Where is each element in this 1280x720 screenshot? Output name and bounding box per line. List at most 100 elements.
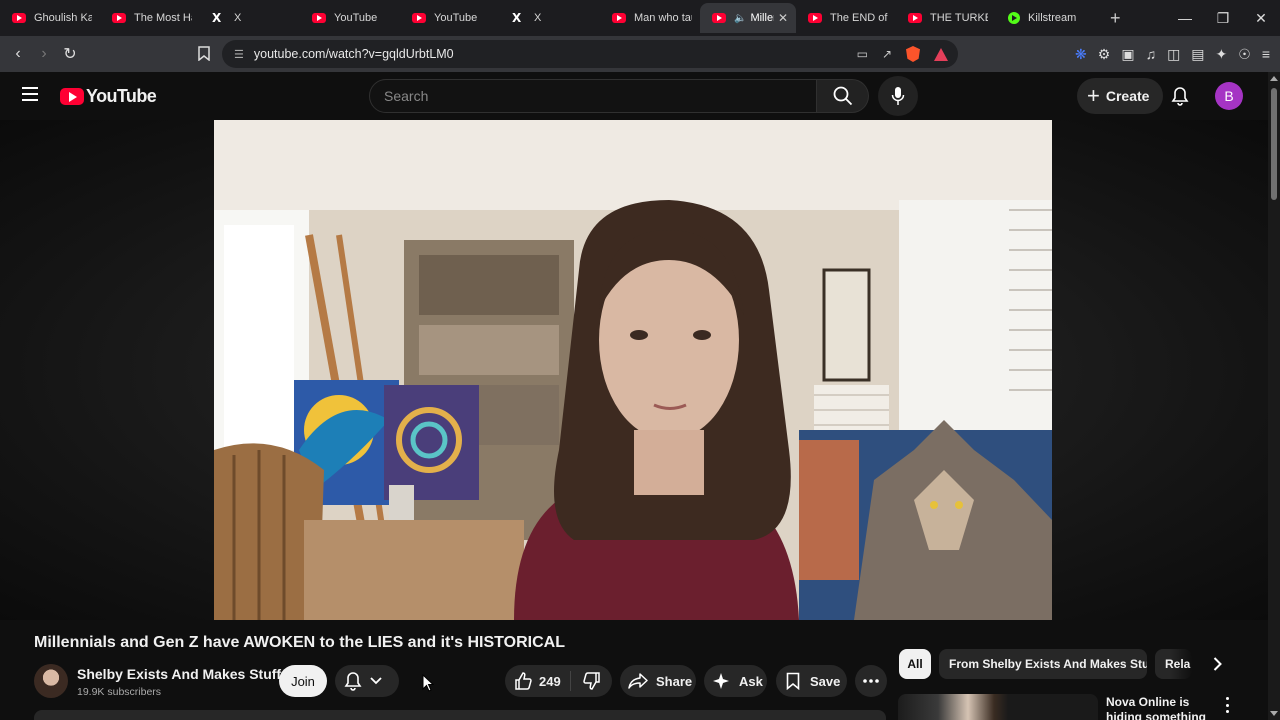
video-still: [214, 120, 1052, 620]
scroll-down-icon[interactable]: [1270, 711, 1278, 716]
wallet-icon[interactable]: ▤: [1191, 46, 1204, 63]
browser-tab-active[interactable]: 🔈Miller✕: [700, 3, 796, 33]
share-button[interactable]: Share: [620, 665, 696, 697]
browser-tab[interactable]: YouTube: [300, 3, 400, 33]
bell-icon: [1171, 87, 1189, 106]
search-box: [369, 79, 817, 113]
reload-icon[interactable]: ↻: [57, 44, 83, 64]
scrollbar-thumb[interactable]: [1271, 88, 1277, 200]
like-button[interactable]: 249: [505, 671, 571, 691]
browser-tab[interactable]: Killstream: [996, 3, 1096, 33]
search-icon: [833, 86, 852, 106]
browser-tab[interactable]: X: [500, 3, 600, 33]
speaker-icon[interactable]: 🔈: [734, 13, 746, 24]
close-tab-icon[interactable]: ✕: [778, 11, 788, 25]
new-tab-icon[interactable]: +: [1110, 8, 1121, 29]
extensions-row: ❋ ⚙ ▣ ♫ ◫ ▤ ✦ ☉ ≡: [1075, 36, 1270, 72]
scroll-up-icon[interactable]: [1270, 76, 1278, 81]
vpn-icon[interactable]: ☉: [1238, 46, 1251, 63]
more-actions-button[interactable]: [855, 665, 887, 697]
youtube-icon: [12, 13, 26, 23]
x-icon: [212, 11, 224, 25]
puzzle-icon[interactable]: ⚙: [1098, 46, 1111, 63]
account-avatar[interactable]: B: [1215, 82, 1243, 110]
browser-toolbar: ‹ › ↻ ☰ youtube.com/watch?v=gqldUrbtLM0 …: [0, 36, 1280, 72]
share-page-icon[interactable]: ↗: [882, 47, 892, 61]
microphone-icon: [891, 87, 905, 105]
x-icon: [512, 11, 524, 25]
browser-tab[interactable]: X: [200, 3, 300, 33]
extension-icon[interactable]: ❋: [1075, 46, 1087, 63]
browser-tab[interactable]: YouTube: [400, 3, 500, 33]
save-button[interactable]: Save: [776, 665, 847, 697]
page-scrollbar[interactable]: [1268, 72, 1280, 720]
share-icon: [628, 673, 648, 689]
channel-avatar[interactable]: [34, 664, 68, 698]
chip-from-channel[interactable]: From Shelby Exists And Makes Stuff: [939, 649, 1147, 679]
chevron-down-icon: [370, 677, 382, 685]
youtube-icon: [712, 13, 726, 23]
like-count: 249: [539, 673, 561, 689]
menu-icon[interactable]: ≡: [1262, 46, 1270, 62]
more-horizontal-icon: [863, 679, 879, 683]
music-icon[interactable]: ♫: [1146, 46, 1157, 62]
recommendation-thumbnail[interactable]: [898, 694, 1098, 720]
chevron-right-icon[interactable]: [1205, 652, 1229, 676]
back-icon[interactable]: ‹: [5, 45, 31, 63]
brave-shields-icon[interactable]: [906, 46, 920, 62]
browser-tab[interactable]: Man who tau: [600, 3, 700, 33]
recommendation-title[interactable]: Nova Online is hiding something: [1106, 695, 1216, 720]
ask-button[interactable]: Ask: [704, 665, 767, 697]
plus-icon: +: [1087, 83, 1100, 108]
browser-tab[interactable]: The END of L: [796, 3, 896, 33]
minimize-icon[interactable]: —: [1166, 10, 1204, 26]
notifications-button[interactable]: [1164, 80, 1196, 112]
create-button[interactable]: + Create: [1077, 78, 1164, 114]
close-window-icon[interactable]: ✕: [1242, 10, 1280, 27]
youtube-icon: [908, 13, 922, 23]
restore-icon[interactable]: ❐: [1204, 10, 1242, 27]
sidebar-icon[interactable]: ◫: [1167, 46, 1180, 63]
youtube-icon: [412, 13, 426, 23]
video-frame[interactable]: [214, 120, 1052, 620]
youtube-masthead: YouTube + Create B: [0, 72, 1268, 120]
leo-icon[interactable]: ✦: [1216, 46, 1228, 63]
brave-rewards-icon[interactable]: [934, 47, 948, 61]
youtube-logo[interactable]: YouTube: [60, 86, 157, 107]
bookmark-icon[interactable]: [198, 46, 210, 64]
join-button[interactable]: Join: [279, 665, 327, 697]
url-bar[interactable]: ☰ youtube.com/watch?v=gqldUrbtLM0 ▭ ↗: [222, 40, 958, 68]
forward-icon[interactable]: ›: [31, 45, 57, 63]
browser-tab-strip: Ghoulish Kara The Most Hat X YouTube You…: [0, 0, 1280, 36]
url-text: youtube.com/watch?v=gqldUrbtLM0: [253, 47, 454, 61]
dislike-button[interactable]: [571, 672, 612, 690]
cast-icon[interactable]: ▭: [857, 47, 868, 61]
kick-icon: [1008, 12, 1020, 24]
youtube-icon: [808, 13, 822, 23]
chip-related[interactable]: Rela: [1155, 649, 1192, 679]
screenshot-icon[interactable]: ▣: [1121, 46, 1134, 63]
thumbs-up-icon: [515, 672, 532, 690]
subscriber-count: 19.9K subscribers: [77, 686, 162, 698]
description-box[interactable]: [34, 710, 886, 720]
sparkle-icon: [713, 673, 729, 689]
more-vertical-icon[interactable]: [1221, 697, 1233, 713]
subscription-notifications-button[interactable]: [335, 665, 399, 697]
site-info-icon[interactable]: ☰: [234, 48, 244, 61]
hamburger-menu-icon[interactable]: [22, 87, 38, 101]
search-input[interactable]: [384, 88, 816, 104]
search-button[interactable]: [817, 79, 869, 113]
browser-tab[interactable]: Ghoulish Kara: [0, 3, 100, 33]
chip-all[interactable]: All: [899, 649, 931, 679]
bookmark-icon: [786, 672, 800, 690]
voice-search-button[interactable]: [878, 76, 918, 116]
video-title: Millennials and Gen Z have AWOKEN to the…: [34, 634, 565, 651]
browser-tab[interactable]: The Most Hat: [100, 3, 200, 33]
bell-icon: [344, 672, 362, 691]
youtube-icon: [112, 13, 126, 23]
browser-tab[interactable]: THE TURKEY: [896, 3, 996, 33]
window-controls: — ❐ ✕: [1166, 0, 1280, 36]
channel-name[interactable]: Shelby Exists And Makes Stuff: [77, 666, 281, 682]
video-player[interactable]: [0, 120, 1268, 620]
thumbs-down-icon: [582, 672, 600, 690]
